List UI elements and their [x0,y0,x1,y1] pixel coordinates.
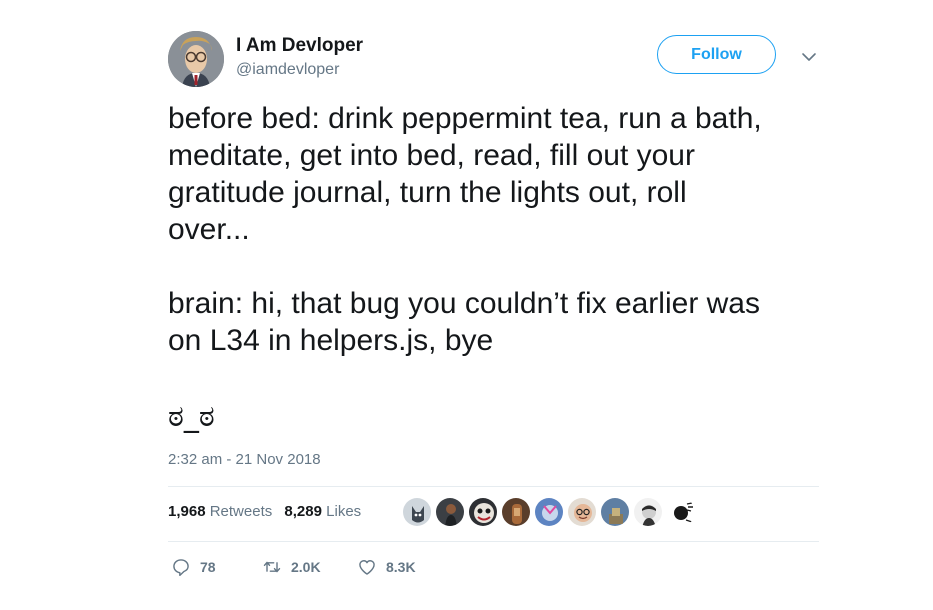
liker-avatar[interactable] [633,497,663,527]
avatar-image [168,31,224,87]
likes-label: Likes [326,503,362,520]
reply-button[interactable]: 78 [171,557,216,577]
liker-avatar[interactable] [402,497,432,527]
chevron-down-icon[interactable] [800,50,818,64]
reply-icon [173,559,189,577]
like-count: 8.3K [386,559,416,575]
user-handle[interactable]: @iamdevloper [236,61,339,79]
liker-avatar[interactable] [435,497,465,527]
retweets-count: 1,968 [168,503,206,520]
tweet-text: before bed: drink peppermint tea, run a … [168,100,868,359]
liker-avatar[interactable] [666,497,696,527]
display-name[interactable]: I Am Devloper [236,35,363,57]
tweet-emoticon: ಠ_ಠ [168,399,215,434]
divider [168,486,819,487]
tweet-text-line: over... [168,213,250,246]
liker-avatar[interactable] [600,497,630,527]
tweet-text-line: brain: hi, that bug you couldn’t fix ear… [168,287,760,320]
tweet-text-line: gratitude journal, turn the lights out, … [168,176,687,209]
retweets-stat[interactable]: 1,968 Retweets [168,503,272,520]
retweet-button[interactable]: 2.0K [262,557,321,577]
tweet-text-line: on L34 in helpers.js, bye [168,324,494,357]
reply-count: 78 [200,559,216,575]
liker-avatar[interactable] [534,497,564,527]
heart-icon [359,560,375,575]
tweet-text-line: meditate, get into bed, read, fill out y… [168,139,695,172]
liker-avatar[interactable] [468,497,498,527]
divider [168,541,819,542]
liker-avatar[interactable] [567,497,597,527]
tweet-card: I Am Devloper @iamdevloper Follow before… [0,0,933,610]
retweet-count: 2.0K [291,559,321,575]
liker-avatar[interactable] [501,497,531,527]
tweet-text-line: before bed: drink peppermint tea, run a … [168,102,762,135]
tweet-stats: 1,968 Retweets 8,289 Likes [168,503,369,520]
likes-count: 8,289 [284,503,322,520]
likes-stat[interactable]: 8,289 Likes [284,503,361,520]
follow-button[interactable]: Follow [657,35,776,74]
retweet-icon [263,561,281,573]
tweet-actions: 78 2.0K 8.3K [0,557,933,579]
retweets-label: Retweets [209,503,273,520]
tweet-timestamp[interactable]: 2:32 am - 21 Nov 2018 [168,451,321,468]
like-button[interactable]: 8.3K [357,557,416,577]
avatar[interactable] [168,31,224,87]
